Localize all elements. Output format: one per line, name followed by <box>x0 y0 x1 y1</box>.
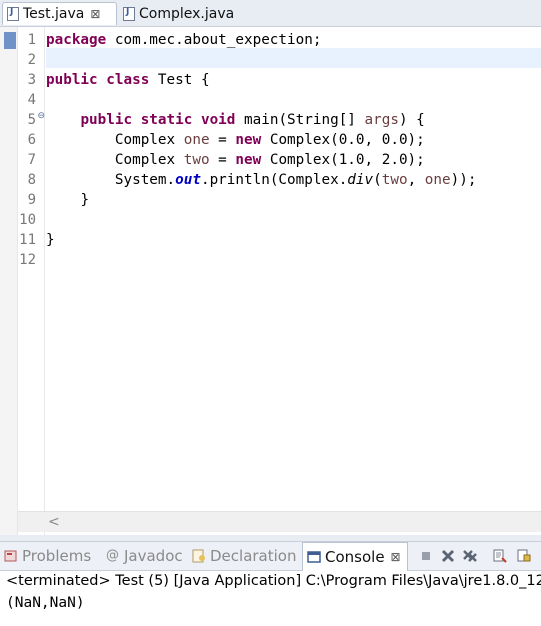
code-line-8: System.out.println(Complex.div(two, one)… <box>46 170 477 190</box>
code-editor[interactable]: 1 2 3 4 5 ⊖ 6 7 8 9 10 11 12 package com… <box>0 27 541 535</box>
line-number: 6 <box>27 132 36 148</box>
line-number: 2 <box>27 52 36 68</box>
code-line-11: } <box>46 230 55 250</box>
code-text: )); <box>450 172 477 188</box>
tab-label: Declaration <box>210 547 297 565</box>
code-text: Test { <box>149 72 210 88</box>
horizontal-scrollbar[interactable]: < <box>18 511 541 532</box>
line-number: 12 <box>19 252 36 268</box>
clear-console-icon[interactable] <box>492 548 508 564</box>
terminate-icon[interactable] <box>418 548 434 564</box>
code-area[interactable]: package com.mec.about_expection; public … <box>46 27 541 527</box>
code-text: , <box>407 172 425 188</box>
keyword: public <box>80 112 133 128</box>
keyword: static <box>140 112 193 128</box>
editor-tab-bar: Test.java ⊠ Complex.java <box>0 0 541 27</box>
tab-declaration[interactable]: Declaration <box>192 542 296 570</box>
javadoc-icon: @ <box>106 548 119 563</box>
remove-all-terminated-icon[interactable] <box>462 548 478 564</box>
code-text: .println(Complex. <box>200 172 348 188</box>
static-field: out <box>175 172 201 188</box>
code-text: = <box>209 132 236 148</box>
scroll-lock-icon[interactable] <box>516 548 532 564</box>
line-number: 11 <box>19 232 36 248</box>
line-number-gutter: 1 2 3 4 5 ⊖ 6 7 8 9 10 11 12 <box>18 27 45 535</box>
code-text: Complex(1.0, 2.0); <box>261 152 425 168</box>
tab-label: Javadoc <box>124 547 183 565</box>
keyword: new <box>235 132 262 148</box>
code-line-5: public static void main(String[] args) { <box>46 110 425 130</box>
code-line-1: package com.mec.about_expection; <box>46 30 321 50</box>
code-line-7: Complex two = new Complex(1.0, 2.0); <box>46 150 425 170</box>
keyword: new <box>235 152 262 168</box>
java-file-icon <box>123 6 135 21</box>
static-method: div <box>347 172 374 188</box>
view-tab-bar: Problems @ Javadoc Declaration Console ⊠ <box>0 541 541 571</box>
code-text: Complex(0.0, 0.0); <box>261 132 425 148</box>
tab-label: Test.java <box>23 6 85 22</box>
code-text: = <box>209 152 236 168</box>
console-view[interactable]: <terminated> Test (5) [Java Application]… <box>0 571 541 626</box>
local-variable: one <box>424 172 451 188</box>
tab-problems[interactable]: Problems <box>4 542 91 570</box>
parameter: args <box>364 112 399 128</box>
keyword: public <box>46 72 98 88</box>
code-text: System. <box>114 172 176 188</box>
java-file-icon <box>7 7 19 21</box>
code-line-3: public class Test { <box>46 70 210 90</box>
tab-label: Console <box>325 548 385 566</box>
console-icon <box>307 551 321 563</box>
line-number: 10 <box>19 212 36 228</box>
tab-label: Problems <box>22 547 92 565</box>
code-text: } <box>46 232 55 248</box>
line-number: 1 <box>27 32 36 48</box>
line-number: 3 <box>27 72 36 88</box>
code-text: ) { <box>398 112 425 128</box>
console-status: <terminated> Test (5) [Java Application]… <box>6 573 541 589</box>
console-output: (NaN,NaN) <box>6 595 85 611</box>
close-tab-icon[interactable]: ⊠ <box>90 7 100 21</box>
line-number: 9 <box>27 192 36 208</box>
code-line-6: Complex one = new Complex(0.0, 0.0); <box>46 130 425 150</box>
bookmark-marker <box>4 32 16 49</box>
code-text: com.mec.about_expection; <box>106 32 322 48</box>
fold-minus-icon[interactable]: ⊖ <box>37 111 45 121</box>
remove-launch-icon[interactable] <box>440 548 456 564</box>
line-number: 8 <box>27 172 36 188</box>
declaration-icon <box>192 549 205 563</box>
tab-console[interactable]: Console ⊠ <box>302 542 408 571</box>
keyword: class <box>106 72 150 88</box>
code-text: Complex <box>114 132 184 148</box>
code-text: main(String[] <box>235 112 365 128</box>
line-number: 5 <box>27 112 36 128</box>
tab-test-java[interactable]: Test.java ⊠ <box>2 2 117 25</box>
code-text: ( <box>373 172 382 188</box>
tab-label: Complex.java <box>139 5 235 22</box>
overview-ruler <box>0 27 18 535</box>
line-number: 7 <box>27 152 36 168</box>
tab-complex-java[interactable]: Complex.java <box>119 2 249 25</box>
keyword: package <box>46 32 107 48</box>
local-variable: one <box>183 132 210 148</box>
close-tab-icon[interactable]: ⊠ <box>391 550 401 564</box>
local-variable: two <box>183 152 210 168</box>
line-number: 4 <box>27 92 36 108</box>
scroll-left-icon[interactable]: < <box>48 514 60 530</box>
local-variable: two <box>381 172 408 188</box>
code-line-9: } <box>46 190 89 210</box>
keyword: void <box>200 112 236 128</box>
code-text: } <box>80 192 90 208</box>
tab-javadoc[interactable]: @ Javadoc <box>106 542 183 570</box>
problems-icon <box>4 550 17 562</box>
code-text: Complex <box>114 152 184 168</box>
